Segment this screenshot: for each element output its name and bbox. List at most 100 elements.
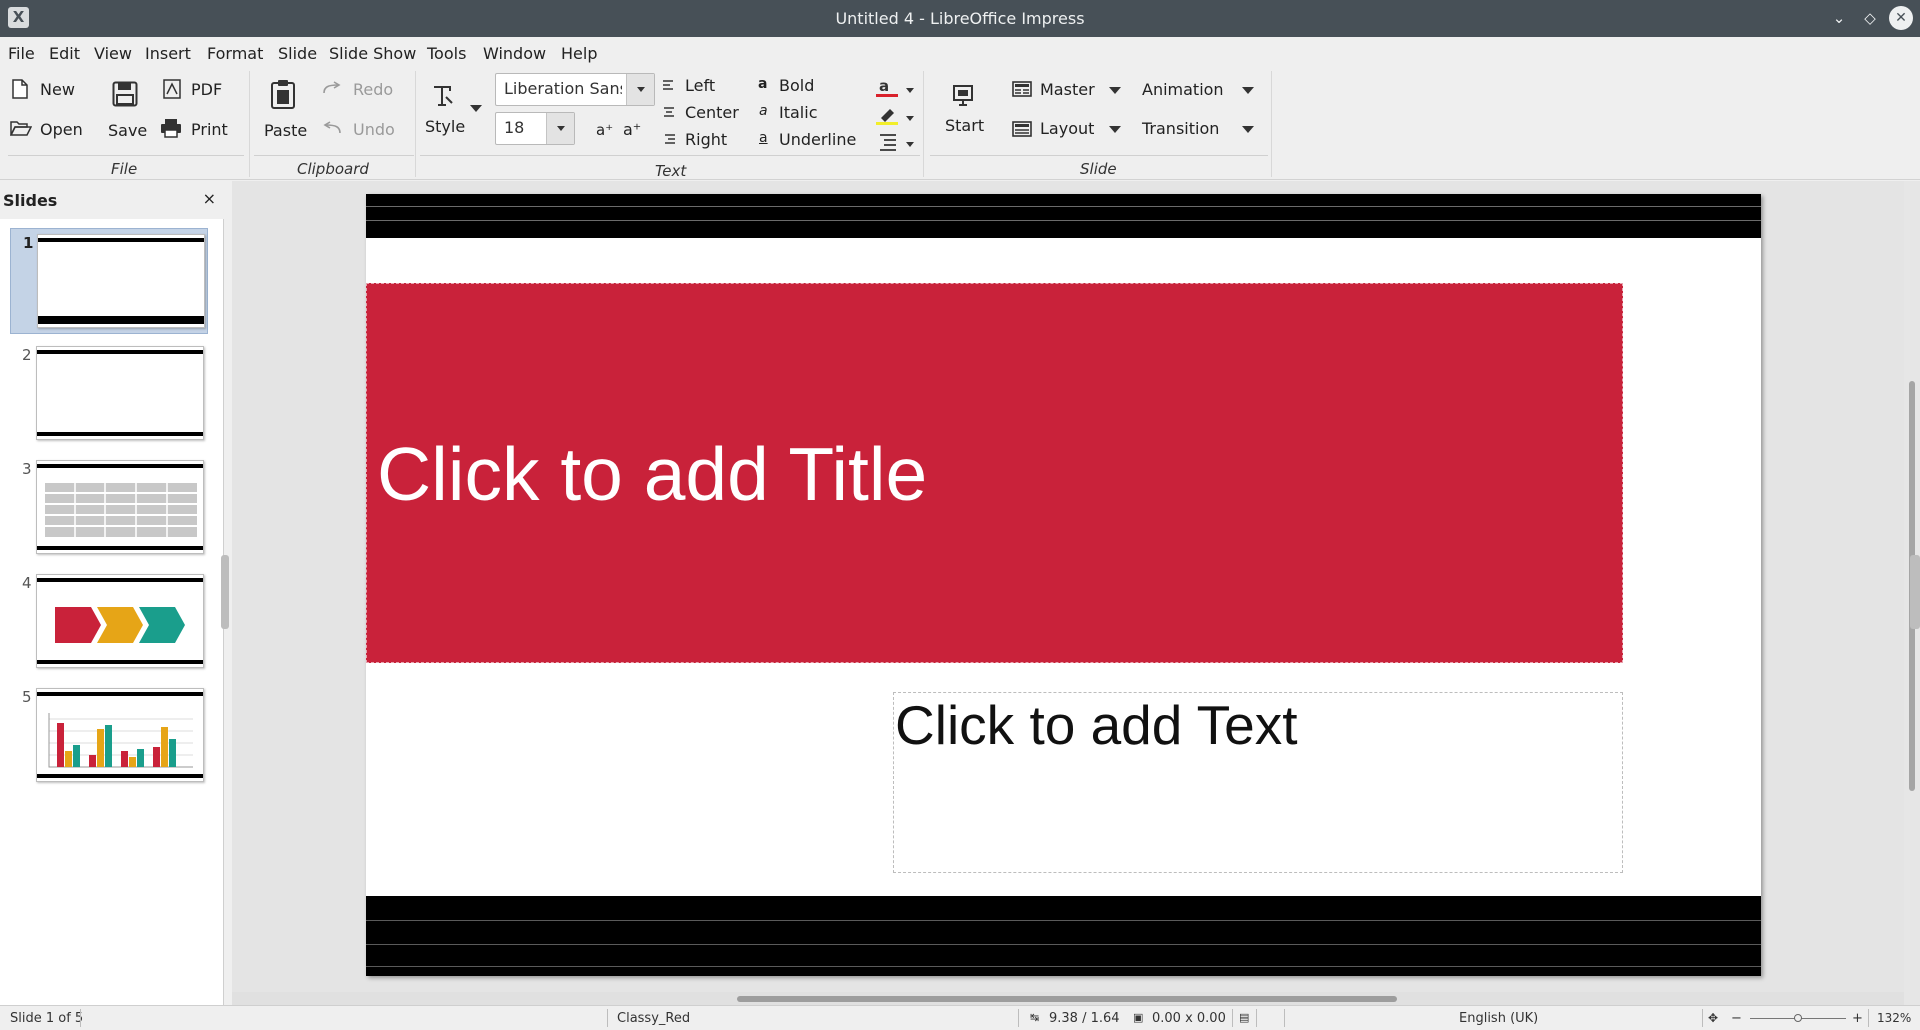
status-separator: [1868, 1009, 1869, 1027]
style-button[interactable]: Style: [425, 117, 465, 136]
align-center-button[interactable]: Center: [685, 103, 739, 122]
slides-pane-title: Slides: [3, 191, 58, 210]
fit-slide-icon[interactable]: ✥: [1708, 1011, 1718, 1025]
layout-button[interactable]: Layout: [1040, 119, 1094, 138]
zoom-in-button[interactable]: +: [1852, 1011, 1863, 1026]
slide-canvas[interactable]: Click to add Title Click to add Text: [366, 194, 1761, 976]
font-color-icon[interactable]: a: [875, 77, 899, 99]
zoom-level-status[interactable]: 132%: [1877, 1011, 1911, 1025]
band-line: [366, 944, 1761, 945]
menu-file[interactable]: File: [8, 44, 35, 63]
menu-format[interactable]: Format: [207, 44, 263, 63]
file-group-label: File: [111, 160, 138, 178]
menu-edit[interactable]: Edit: [49, 44, 80, 63]
save-button[interactable]: Save: [108, 121, 147, 140]
slide-group-label: Slide: [1080, 160, 1117, 178]
vertical-scrollbar[interactable]: [1904, 181, 1920, 1005]
slide-number: 2: [22, 346, 32, 364]
text-placeholder[interactable]: Click to add Text: [893, 692, 1623, 873]
bold-icon: a: [758, 76, 768, 92]
master-dropdown-icon[interactable]: [1109, 87, 1121, 94]
preview-bottom-band: [37, 660, 203, 664]
status-separator: [1018, 1009, 1019, 1027]
slide-thumbnail-2[interactable]: 2: [10, 341, 208, 447]
italic-button[interactable]: Italic: [779, 103, 817, 122]
align-left-button[interactable]: Left: [685, 76, 715, 95]
undo-button[interactable]: Undo: [353, 120, 395, 139]
status-separator: [1284, 1009, 1285, 1027]
list-dropdown-icon[interactable]: [906, 142, 914, 147]
menu-help[interactable]: Help: [561, 44, 597, 63]
text-placeholder-text: Click to add Text: [895, 694, 1298, 756]
zoom-slider-knob[interactable]: [1794, 1014, 1802, 1022]
band-line: [366, 966, 1761, 967]
align-right-button[interactable]: Right: [685, 130, 727, 149]
document-modified-icon[interactable]: ▤: [1239, 1011, 1249, 1024]
italic-icon: a: [759, 103, 768, 119]
status-separator: [80, 1009, 81, 1027]
highlight-color-icon[interactable]: [875, 105, 899, 127]
horizontal-scroll-thumb[interactable]: [737, 996, 1397, 1002]
underline-button[interactable]: Underline: [779, 130, 856, 149]
font-size-dropdown-button[interactable]: [546, 113, 574, 144]
list-bullets-icon[interactable]: [876, 133, 898, 151]
font-name-dropdown-button[interactable]: [626, 74, 654, 105]
open-button[interactable]: Open: [40, 120, 83, 139]
highlight-dropdown-icon[interactable]: [906, 116, 914, 121]
slide-group-rule: [930, 155, 1268, 156]
close-pane-icon[interactable]: ×: [203, 189, 216, 208]
slide-thumbnail-5[interactable]: 5: [10, 683, 208, 789]
menu-window[interactable]: Window: [483, 44, 546, 63]
menu-tools[interactable]: Tools: [427, 44, 466, 63]
status-separator: [607, 1009, 608, 1027]
font-name-combobox[interactable]: Liberation Sans: [495, 73, 655, 106]
close-window-button[interactable]: ✕: [1889, 6, 1913, 30]
slide-thumbnail-3[interactable]: 3: [10, 455, 208, 561]
menu-slide-show[interactable]: Slide Show: [329, 44, 416, 63]
master-button[interactable]: Master: [1040, 80, 1095, 99]
font-color-dropdown-icon[interactable]: [906, 88, 914, 93]
group-separator: [415, 71, 416, 177]
window-title: Untitled 4 - LibreOffice Impress: [835, 9, 1085, 28]
animation-button[interactable]: Animation: [1142, 80, 1224, 99]
sidebar-splitter-handle[interactable]: [1910, 555, 1920, 629]
open-folder-icon: [10, 121, 32, 136]
shrink-font-button[interactable]: a⁺: [596, 121, 613, 139]
language-status[interactable]: English (UK): [1459, 1011, 1538, 1026]
band-line: [366, 220, 1761, 221]
pane-splitter-handle[interactable]: [221, 555, 229, 629]
band-line: [366, 206, 1761, 207]
paste-button[interactable]: Paste: [264, 121, 307, 140]
redo-icon: [323, 81, 341, 94]
menu-view[interactable]: View: [94, 44, 132, 63]
font-size-combobox[interactable]: 18: [495, 112, 575, 145]
transition-dropdown-icon[interactable]: [1242, 126, 1254, 133]
slides-pane: Slides × 1 2 3 4 5: [0, 181, 224, 1005]
redo-button[interactable]: Redo: [353, 80, 393, 99]
clipboard-group-label: Clipboard: [297, 160, 369, 178]
layout-dropdown-icon[interactable]: [1109, 126, 1121, 133]
slide-preview: [36, 688, 204, 782]
slide-thumbnail-1[interactable]: 1: [10, 228, 208, 334]
bold-button[interactable]: Bold: [779, 76, 814, 95]
grow-font-button[interactable]: a⁺: [623, 120, 641, 139]
transition-button[interactable]: Transition: [1142, 119, 1219, 138]
animation-dropdown-icon[interactable]: [1242, 87, 1254, 94]
horizontal-scrollbar[interactable]: [232, 992, 1904, 1005]
minimize-icon[interactable]: ⌄: [1827, 6, 1851, 30]
file-group-rule: [8, 155, 244, 156]
master-name-status[interactable]: Classy_Red: [617, 1011, 690, 1026]
export-pdf-button[interactable]: PDF: [191, 80, 222, 99]
menu-insert[interactable]: Insert: [145, 44, 191, 63]
slide-thumbnail-4[interactable]: 4: [10, 569, 208, 675]
maximize-icon[interactable]: ◇: [1858, 6, 1882, 30]
position-icon: ↹: [1030, 1011, 1040, 1024]
style-dropdown-icon[interactable]: [470, 105, 482, 112]
start-slideshow-button[interactable]: Start: [945, 116, 984, 135]
zoom-out-button[interactable]: −: [1731, 1011, 1742, 1026]
preview-top-band: [37, 692, 203, 696]
title-placeholder[interactable]: Click to add Title: [366, 283, 1623, 663]
print-button[interactable]: Print: [191, 120, 228, 139]
menu-slide[interactable]: Slide: [278, 44, 317, 63]
new-button[interactable]: New: [40, 80, 75, 99]
